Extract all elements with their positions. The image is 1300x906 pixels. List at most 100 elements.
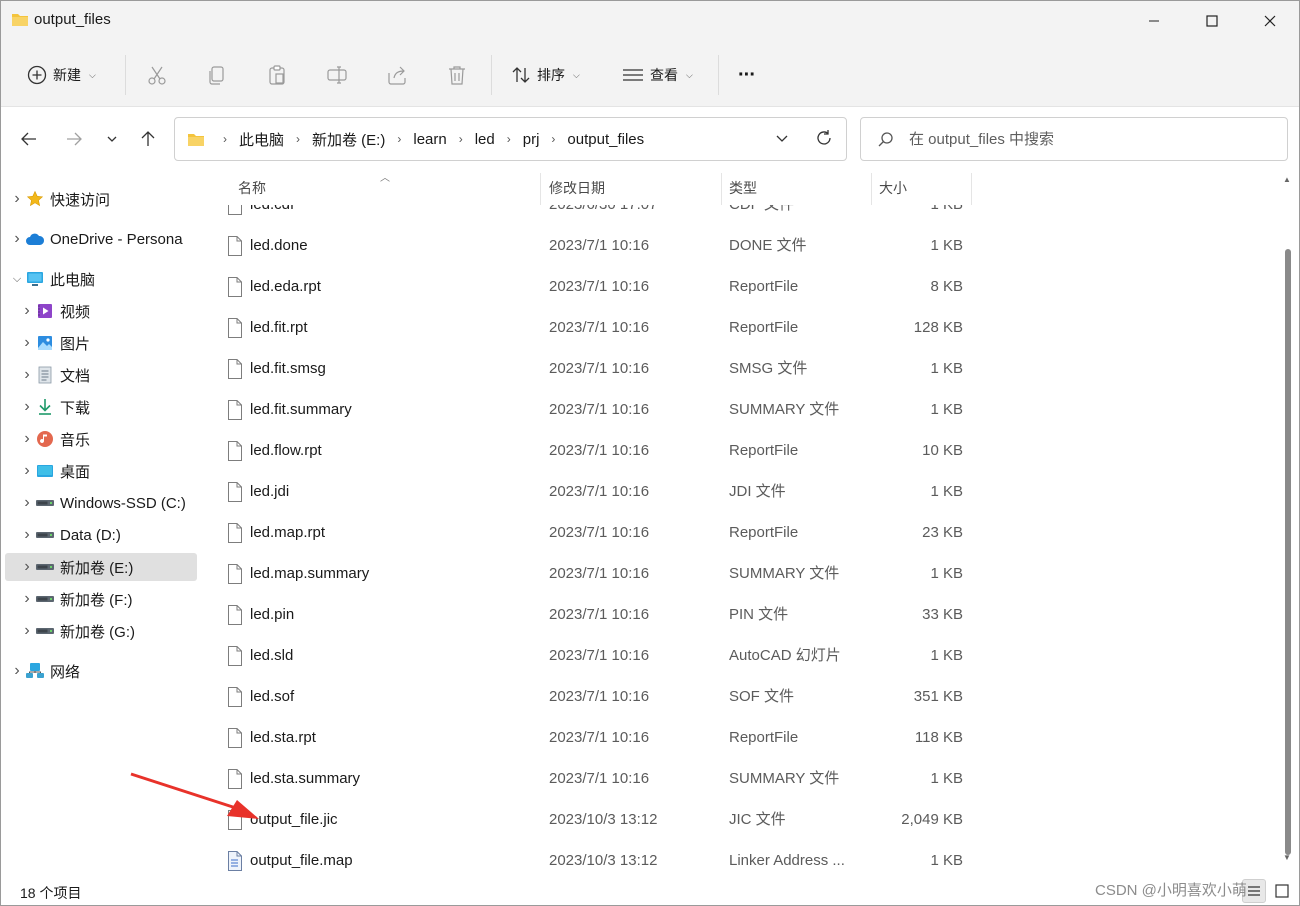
file-list: led.cdf2023/6/30 17:07CDF 文件1 KBled.done… [201,205,1279,877]
column-header-date[interactable]: 修改日期 [549,171,719,205]
file-row[interactable]: led.map.summary 2023/7/1 10:16 SUMMARY 文件 1… [201,553,1279,594]
cut-button[interactable] [146,59,168,91]
file-row[interactable]: led.eda.rpt 2023/7/1 10:16 ReportFile 8 KB [201,266,1279,307]
chevron-right-icon[interactable]: › [19,302,35,320]
paste-button[interactable] [266,59,288,91]
scroll-up-icon[interactable]: ▲ [1283,175,1291,184]
new-button[interactable]: 新建 ⌵ [27,59,96,91]
column-divider[interactable] [721,173,722,205]
chevron-right-icon[interactable]: › [9,662,25,680]
copy-button[interactable] [206,59,228,91]
delete-button[interactable] [446,59,468,91]
sidebar-item[interactable]: › 快速访问 [5,185,197,213]
arrow-up-icon [141,131,155,146]
breadcrumb-output-files[interactable]: output_files [567,131,644,148]
minimize-button[interactable] [1125,1,1183,41]
chevron-right-icon[interactable]: › [19,590,35,608]
chevron-right-icon[interactable]: › [19,462,35,480]
column-divider[interactable] [540,173,541,205]
search-input[interactable] [909,128,1269,150]
breadcrumb-this-pc[interactable]: 此电脑 [239,129,284,150]
chevron-right-icon[interactable]: › [9,230,25,248]
file-row[interactable]: output_file.map 2023/10/3 13:12 Linker Add… [201,840,1279,877]
column-header-size[interactable]: 大小 [879,171,969,205]
file-name: led.sta.summary [250,770,361,787]
chevron-right-icon[interactable]: › [19,398,35,416]
sidebar-item[interactable]: › 文档 [5,361,197,389]
file-row[interactable]: led.pin 2023/7/1 10:16 PIN 文件 33 KB [201,594,1279,635]
file-row[interactable]: led.fit.smsg 2023/7/1 10:16 SMSG 文件 1 KB [201,348,1279,389]
sidebar-item[interactable]: › 新加卷 (G:) [5,617,197,645]
rename-button[interactable] [326,59,348,91]
column-divider[interactable] [871,173,872,205]
sidebar-item[interactable]: › 新加卷 (E:) [5,553,197,581]
chevron-right-icon[interactable]: › [19,526,35,544]
sidebar-item[interactable]: › 视频 [5,297,197,325]
sidebar-item-label: OneDrive - Persona [50,230,183,248]
sidebar-item[interactable]: › 下载 [5,393,197,421]
sidebar-item[interactable]: › OneDrive - Persona [5,225,197,253]
recent-locations-button[interactable] [97,127,127,151]
sidebar-item[interactable]: › 桌面 [5,457,197,485]
column-type-label: 类型 [729,180,757,196]
file-row[interactable]: led.jdi 2023/7/1 10:16 JDI 文件 1 KB [201,471,1279,512]
up-button[interactable] [133,127,163,151]
rename-icon [327,66,347,84]
address-history-button[interactable] [775,131,789,148]
item-count: 18 个项目 [20,885,82,901]
file-row[interactable]: led.cdf 2023/6/30 17:07 CDF 文件 1 KB [201,205,1279,225]
sidebar-item[interactable]: › 音乐 [5,425,197,453]
scrollbar-thumb[interactable] [1285,249,1291,855]
sidebar-item[interactable]: › 新加卷 (F:) [5,585,197,613]
file-row[interactable]: output_file.jic 2023/10/3 13:12 JIC 文件 2,04… [201,799,1279,840]
file-icon [227,277,243,301]
file-row[interactable]: led.flow.rpt 2023/7/1 10:16 ReportFile 10 K… [201,430,1279,471]
chevron-right-icon[interactable]: › [19,334,35,352]
file-row[interactable]: led.map.rpt 2023/7/1 10:16 ReportFile 23 KB [201,512,1279,553]
file-row[interactable]: led.done 2023/7/1 10:16 DONE 文件 1 KB [201,225,1279,266]
sidebar-item[interactable]: › Windows-SSD (C:) [5,489,197,517]
file-row[interactable]: led.fit.summary 2023/7/1 10:16 SUMMARY 文件 1… [201,389,1279,430]
maximize-button[interactable] [1183,1,1241,41]
arrow-right-icon [67,132,82,146]
file-date: 2023/7/1 10:16 [549,360,650,377]
more-options-button[interactable]: ··· [738,59,756,91]
breadcrumb-drive-e[interactable]: 新加卷 (E:) [312,129,385,150]
chevron-right-icon[interactable]: › [9,190,25,208]
chevron-down-icon[interactable]: ⌵ [9,273,25,286]
sidebar-item[interactable]: ⌵ 此电脑 [5,265,197,293]
file-row[interactable]: led.sld 2023/7/1 10:16 AutoCAD 幻灯片 1 KB [201,635,1279,676]
sidebar-item[interactable]: › 网络 [5,657,197,685]
breadcrumb-learn[interactable]: learn [413,131,446,148]
sidebar-item[interactable]: › Data (D:) [5,521,197,549]
chevron-right-icon[interactable]: › [19,622,35,640]
details-view-icon [1248,886,1260,896]
file-row[interactable]: led.sta.summary 2023/7/1 10:16 SUMMARY 文件 1… [201,758,1279,799]
column-header-type[interactable]: 类型 [729,171,869,205]
file-row[interactable]: led.sof 2023/7/1 10:16 SOF 文件 351 KB [201,676,1279,717]
chevron-right-icon[interactable]: › [19,494,35,512]
breadcrumb-prj[interactable]: prj [523,131,540,148]
divider [125,55,126,95]
chevron-right-icon[interactable]: › [19,366,35,384]
sort-button[interactable]: 排序 ⌵ [511,59,580,91]
file-row[interactable]: led.fit.rpt 2023/7/1 10:16 ReportFile 128 K… [201,307,1279,348]
close-button[interactable] [1241,1,1299,41]
file-icon [227,646,243,670]
sidebar-item[interactable]: › 图片 [5,329,197,357]
address-bar[interactable]: › 此电脑 › 新加卷 (E:) › learn › led › prj › o… [174,117,847,161]
search-box[interactable] [860,117,1288,161]
tiles-view-button[interactable] [1270,879,1294,903]
chevron-right-icon[interactable]: › [19,430,35,448]
scroll-down-icon[interactable]: ▼ [1283,853,1291,862]
back-button[interactable] [14,127,44,151]
chevron-right-icon[interactable]: › [19,558,35,576]
column-header-name[interactable]: 名称 [238,171,538,205]
forward-button[interactable] [59,127,89,151]
refresh-button[interactable] [815,129,833,150]
column-divider[interactable] [971,173,972,205]
file-row[interactable]: led.sta.rpt 2023/7/1 10:16 ReportFile 118 K… [201,717,1279,758]
breadcrumb-led[interactable]: led [475,131,495,148]
share-button[interactable] [386,59,408,91]
view-button[interactable]: 查看 ⌵ [622,59,693,91]
